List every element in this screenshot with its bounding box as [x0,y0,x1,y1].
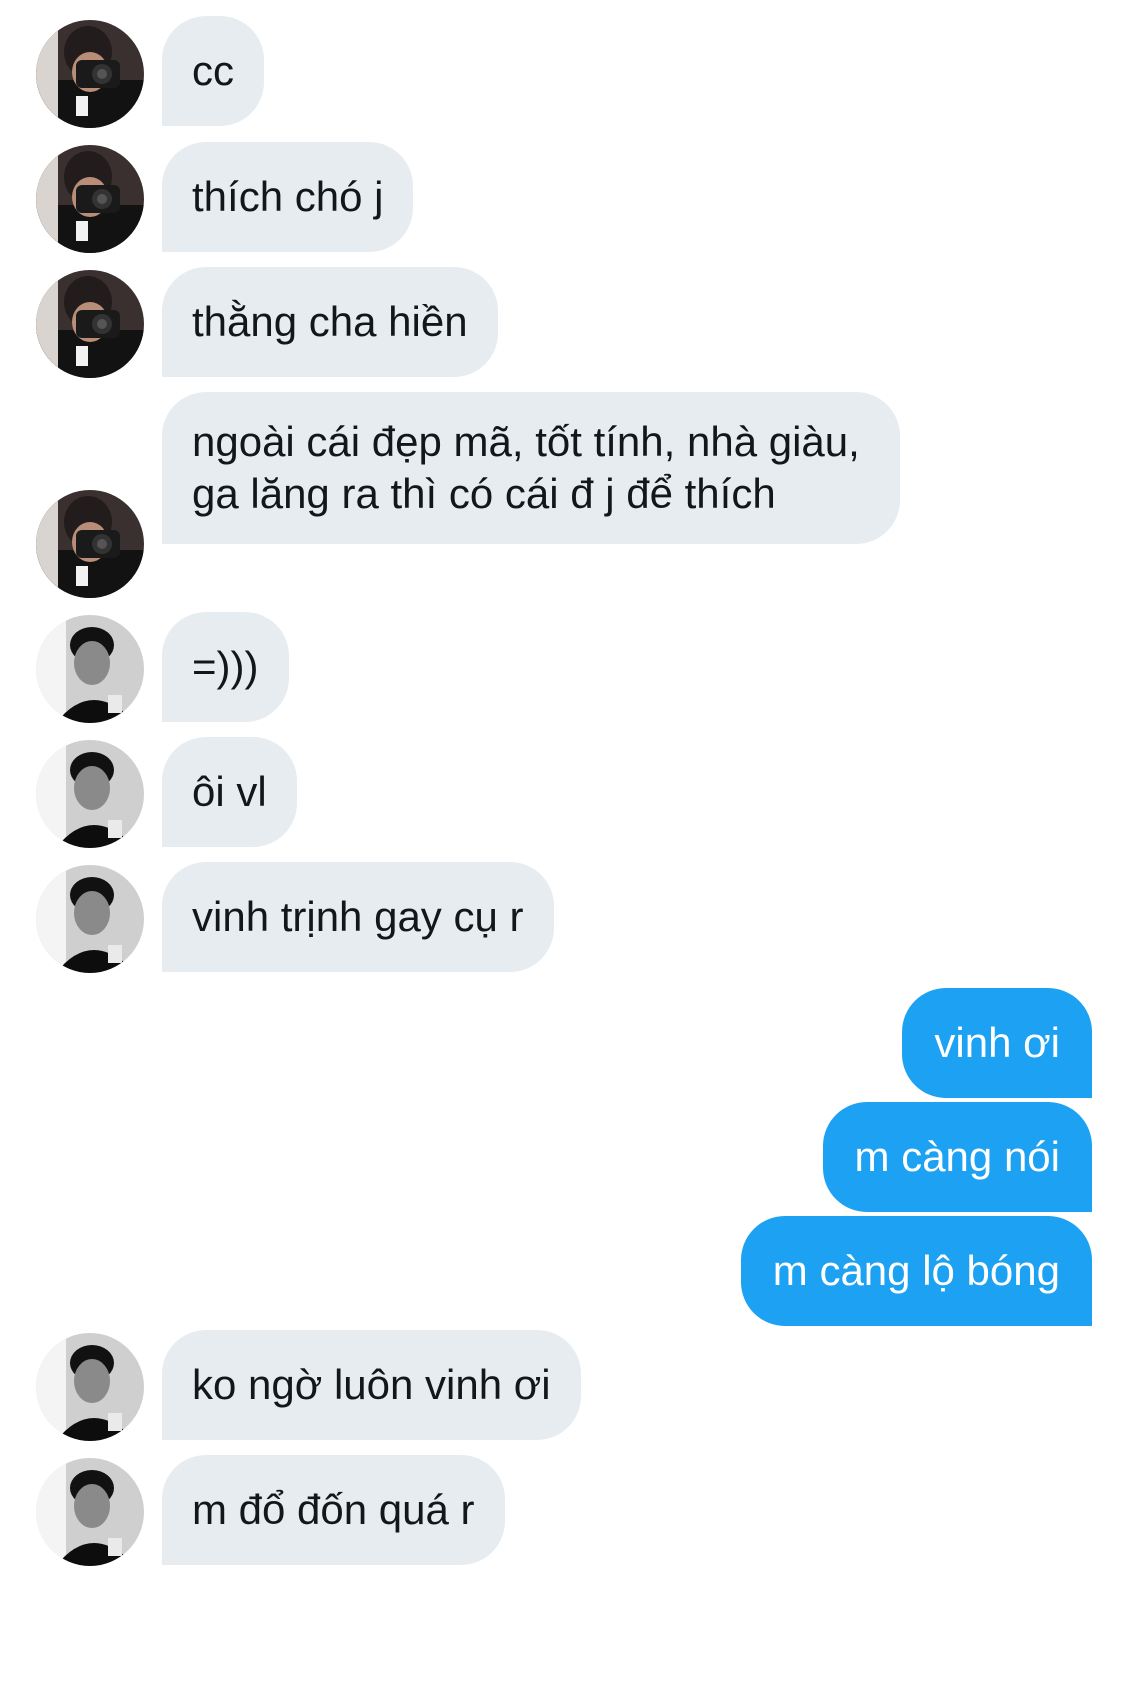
avatar-man-portrait-icon[interactable] [36,1333,144,1441]
avatar-camera-person-icon[interactable] [36,20,144,128]
message-bubble-incoming[interactable]: m đổ đốn quá r [162,1455,505,1565]
message-bubble-incoming[interactable]: vinh trịnh gay cụ r [162,862,554,972]
avatar-camera-person-icon[interactable] [36,270,144,378]
avatar-man-portrait-icon[interactable] [36,1458,144,1566]
avatar-camera-person-icon[interactable] [36,145,144,253]
avatar-camera-person-icon[interactable] [36,490,144,598]
avatar-man-portrait-icon[interactable] [36,865,144,973]
message-bubble-incoming[interactable]: =))) [162,612,289,722]
message-bubble-incoming[interactable]: cc [162,16,264,126]
message-bubble-outgoing[interactable]: m càng nói [822,1102,1092,1212]
message-bubble-incoming[interactable]: thằng cha hiền [162,267,498,377]
message-bubble-incoming[interactable]: ngoài cái đẹp mã, tốt tính, nhà giàu, ga… [162,392,900,544]
message-bubble-incoming[interactable]: ôi vl [162,737,297,847]
message-bubble-outgoing[interactable]: vinh ơi [902,988,1092,1098]
message-bubble-incoming[interactable]: thích chó j [162,142,414,252]
avatar-man-portrait-icon[interactable] [36,740,144,848]
message-bubble-incoming[interactable]: ko ngờ luôn vinh ơi [162,1330,581,1440]
message-bubble-outgoing[interactable]: m càng lộ bóng [740,1216,1092,1326]
avatar-man-portrait-icon[interactable] [36,615,144,723]
